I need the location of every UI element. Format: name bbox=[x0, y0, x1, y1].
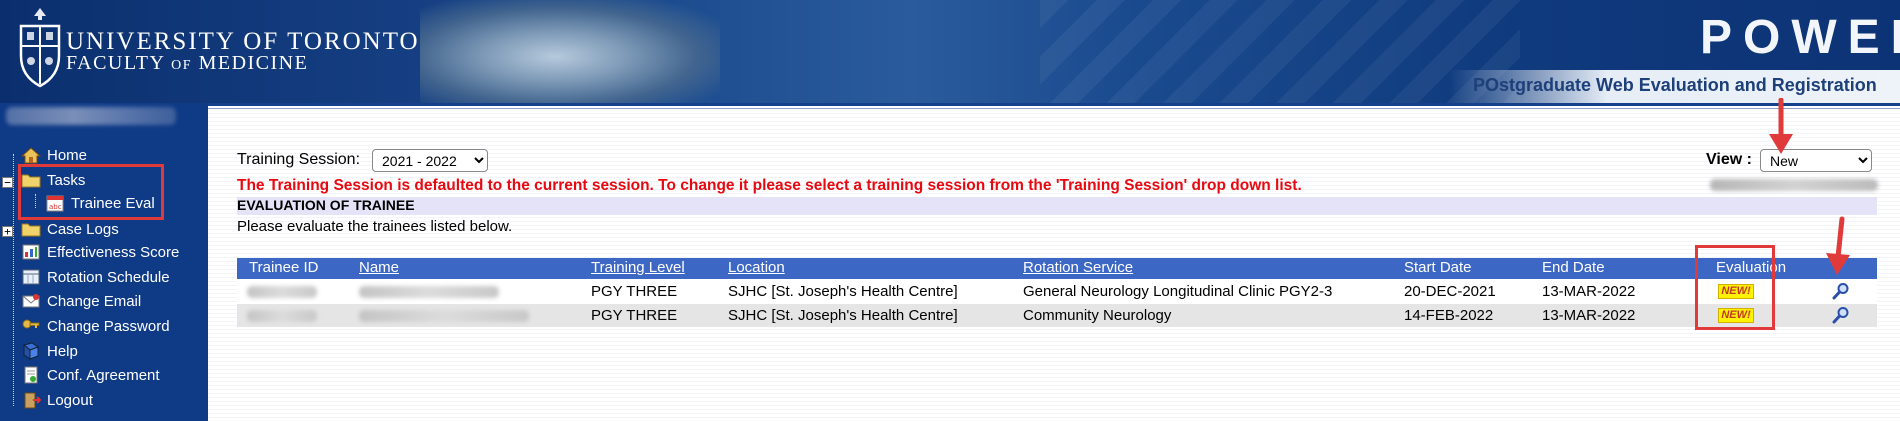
tree-line bbox=[13, 154, 14, 406]
folder-icon bbox=[20, 219, 42, 239]
annotation-box-tasks bbox=[18, 164, 164, 220]
sidebar-item-home[interactable]: Home bbox=[20, 144, 87, 166]
session-warning-text: The Training Session is defaulted to the… bbox=[237, 177, 1302, 194]
location-cell: SJHC [St. Joseph's Health Centre] bbox=[728, 283, 958, 300]
sidebar-item-conf-agreement[interactable]: Conf. Agreement bbox=[20, 364, 160, 386]
location-cell: SJHC [St. Joseph's Health Centre] bbox=[728, 307, 958, 324]
site-header: UNIVERSITY OF TORONTO FACULTY OF MEDICIN… bbox=[0, 0, 1900, 103]
training-session-select[interactable]: 2021 - 2022 bbox=[372, 149, 488, 172]
sidebar-item-case-logs[interactable]: Case Logs bbox=[20, 218, 119, 240]
trainee-id-redacted bbox=[247, 310, 317, 322]
rotation-service-cell: Community Neurology bbox=[1023, 307, 1172, 324]
section-header-bar bbox=[237, 197, 1877, 215]
app-tagline: POstgraduate Web Evaluation and Registra… bbox=[1473, 75, 1877, 95]
column-header-end-date: End Date bbox=[1542, 259, 1605, 276]
faculty-name: FACULTY OF MEDICINE bbox=[66, 52, 309, 74]
main-top-border-thin bbox=[208, 108, 1900, 109]
training-level-cell: PGY THREE bbox=[591, 283, 678, 300]
app-logo-title: POWER bbox=[1700, 11, 1900, 64]
sidebar-item-label: Logout bbox=[47, 391, 93, 409]
training-level-cell: PGY THREE bbox=[591, 307, 678, 324]
column-header-location[interactable]: Location bbox=[728, 259, 785, 276]
end-date-cell: 13-MAR-2022 bbox=[1542, 307, 1636, 324]
help-book-icon bbox=[20, 341, 42, 361]
instructions-text: Please evaluate the trainees listed belo… bbox=[237, 218, 513, 235]
keyboard-photo bbox=[1040, 0, 1520, 103]
magnifier-icon[interactable] bbox=[1832, 306, 1850, 324]
trainee-name-redacted bbox=[359, 310, 529, 322]
schedule-icon bbox=[20, 267, 42, 287]
column-header-rotation-service[interactable]: Rotation Service bbox=[1023, 259, 1133, 276]
sidebar-item-label: Conf. Agreement bbox=[47, 366, 160, 384]
sidebar-item-label: Help bbox=[47, 342, 78, 360]
end-date-cell: 13-MAR-2022 bbox=[1542, 283, 1636, 300]
column-header-training-level[interactable]: Training Level bbox=[591, 259, 685, 276]
sidebar-item-rotation-schedule[interactable]: Rotation Schedule bbox=[20, 266, 170, 288]
key-icon bbox=[20, 316, 42, 336]
start-date-cell: 20-DEC-2021 bbox=[1404, 283, 1496, 300]
start-date-cell: 14-FEB-2022 bbox=[1404, 307, 1494, 324]
tasks-collapse-toggle[interactable]: − bbox=[2, 177, 13, 188]
sidebar-item-change-password[interactable]: Change Password bbox=[20, 315, 170, 337]
email-icon bbox=[20, 291, 42, 311]
score-icon bbox=[20, 242, 42, 262]
sidebar-item-label: Change Email bbox=[47, 292, 142, 310]
home-icon bbox=[20, 145, 42, 165]
sidebar-item-label: Rotation Schedule bbox=[47, 268, 170, 286]
agreement-icon bbox=[20, 365, 42, 385]
main-top-border bbox=[208, 103, 1900, 106]
trainee-name-redacted bbox=[359, 286, 499, 298]
annotation-arrow-magnifier bbox=[1826, 216, 1850, 275]
sidebar-item-effectiveness-score[interactable]: Effectiveness Score bbox=[20, 241, 179, 263]
sidebar-item-label: Case Logs bbox=[47, 220, 119, 238]
annotation-box-evaluation bbox=[1695, 245, 1775, 330]
sidebar-item-change-email[interactable]: Change Email bbox=[20, 290, 141, 312]
surgery-photo bbox=[420, 0, 720, 103]
case-logs-expand-toggle[interactable]: + bbox=[2, 226, 13, 237]
uoft-crest-icon bbox=[19, 8, 61, 88]
annotation-arrow-view bbox=[1769, 98, 1793, 154]
view-label: View : bbox=[1706, 151, 1752, 168]
sidebar-item-help[interactable]: Help bbox=[20, 340, 78, 362]
user-info-redacted bbox=[1710, 179, 1878, 191]
user-name-redacted bbox=[6, 107, 176, 125]
logout-icon bbox=[20, 390, 42, 410]
column-header-trainee-id: Trainee ID bbox=[249, 259, 319, 276]
training-session-label: Training Session: bbox=[237, 151, 361, 168]
sidebar-item-logout[interactable]: Logout bbox=[20, 389, 93, 411]
trainee-id-redacted bbox=[247, 286, 317, 298]
column-header-start-date: Start Date bbox=[1404, 259, 1472, 276]
rotation-service-cell: General Neurology Longitudinal Clinic PG… bbox=[1023, 283, 1333, 300]
sidebar-item-label: Home bbox=[47, 146, 88, 164]
section-title: EVALUATION OF TRAINEE bbox=[237, 197, 415, 213]
sidebar-item-label: Change Password bbox=[47, 317, 170, 335]
column-header-name[interactable]: Name bbox=[359, 259, 399, 276]
magnifier-icon[interactable] bbox=[1832, 282, 1850, 300]
sidebar-item-label: Effectiveness Score bbox=[47, 243, 180, 261]
